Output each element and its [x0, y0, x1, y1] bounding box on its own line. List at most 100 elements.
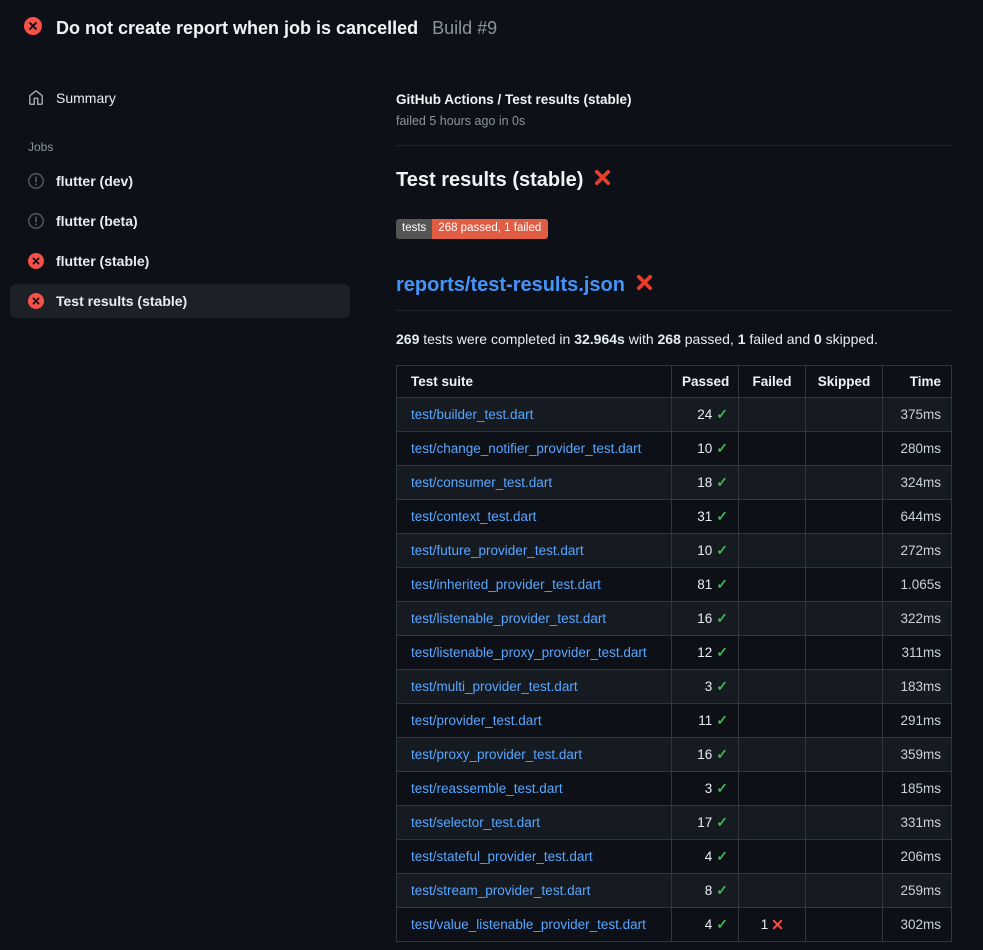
suite-link[interactable]: test/stateful_provider_test.dart: [411, 849, 593, 864]
table-row: test/future_provider_test.dart10✓272ms: [397, 533, 952, 567]
passed-count: 10: [697, 543, 712, 558]
time-value: 331ms: [883, 805, 952, 839]
suite-link[interactable]: test/future_provider_test.dart: [411, 543, 584, 558]
time-value: 359ms: [883, 737, 952, 771]
time-value: 302ms: [883, 907, 952, 941]
suite-link[interactable]: test/change_notifier_provider_test.dart: [411, 441, 641, 456]
divider: [396, 145, 952, 146]
failed-status-icon: [28, 253, 44, 269]
build-number: Build #9: [432, 18, 497, 39]
check-icon: ✓: [716, 814, 728, 830]
time-value: 644ms: [883, 499, 952, 533]
sidebar-summary-label: Summary: [56, 90, 116, 106]
time-value: 324ms: [883, 465, 952, 499]
suite-link[interactable]: test/inherited_provider_test.dart: [411, 577, 601, 592]
passed-count: 12: [697, 645, 712, 660]
summary-text: 269 tests were completed in 32.964s with…: [396, 331, 952, 347]
table-row: test/builder_test.dart24✓375ms: [397, 397, 952, 431]
run-title: Do not create report when job is cancell…: [56, 18, 418, 39]
suite-link[interactable]: test/context_test.dart: [411, 509, 536, 524]
suite-link[interactable]: test/value_listenable_provider_test.dart: [411, 917, 646, 932]
time-value: 291ms: [883, 703, 952, 737]
sidebar-item-job-2[interactable]: flutter (stable): [10, 244, 350, 278]
suite-link[interactable]: test/consumer_test.dart: [411, 475, 552, 490]
passed-count: 3: [705, 781, 713, 796]
table-row: test/multi_provider_test.dart3✓183ms: [397, 669, 952, 703]
column-header-skipped: Skipped: [806, 365, 883, 397]
column-header-failed: Failed: [739, 365, 806, 397]
neutral-status-icon: [28, 173, 44, 189]
suite-link[interactable]: test/multi_provider_test.dart: [411, 679, 578, 694]
passed-count: 8: [705, 883, 713, 898]
time-value: 185ms: [883, 771, 952, 805]
section-title: Test results (stable): [396, 168, 952, 193]
sidebar-item-job-3[interactable]: Test results (stable): [10, 284, 350, 318]
check-icon: ✓: [716, 610, 728, 626]
passed-count: 81: [697, 577, 712, 592]
check-icon: ✓: [716, 746, 728, 762]
time-value: 322ms: [883, 601, 952, 635]
column-header-time: Time: [883, 365, 952, 397]
section-title-text: Test results (stable): [396, 169, 583, 192]
check-icon: ✓: [716, 644, 728, 660]
time-value: 1.065s: [883, 567, 952, 601]
check-icon: ✓: [716, 882, 728, 898]
job-label: Test results (stable): [56, 293, 187, 309]
failed-count: 1: [761, 917, 769, 932]
passed-count: 16: [697, 611, 712, 626]
passed-count: 10: [697, 441, 712, 456]
divider: [396, 310, 952, 311]
check-icon: ✓: [716, 780, 728, 796]
suite-link[interactable]: test/selector_test.dart: [411, 815, 540, 830]
table-row: test/change_notifier_provider_test.dart 1…: [397, 431, 952, 465]
passed-count: 11: [698, 713, 712, 728]
badge-label: tests: [396, 219, 432, 239]
table-row: test/listenable_provider_test.dart 16 ✓ 322…: [397, 601, 952, 635]
table-row: test/consumer_test.dart 18 ✓ 324ms: [397, 465, 952, 499]
time-value: 272ms: [883, 533, 952, 567]
sidebar-jobs-label: Jobs: [28, 140, 380, 154]
sidebar-item-job-1[interactable]: flutter (beta): [10, 204, 350, 238]
suite-link[interactable]: test/reassemble_test.dart: [411, 781, 563, 796]
main-content: GitHub Actions / Test results (stable) f…: [380, 56, 983, 942]
sidebar-item-job-0[interactable]: flutter (dev): [10, 164, 350, 198]
column-header-passed: Passed: [672, 365, 739, 397]
table-row: test/stream_provider_test.dart8✓259ms: [397, 873, 952, 907]
suite-link[interactable]: test/listenable_proxy_provider_test.dart: [411, 645, 647, 660]
table-row: test/proxy_provider_test.dart 16 ✓ 359ms: [397, 737, 952, 771]
suite-link[interactable]: test/builder_test.dart: [411, 407, 533, 422]
suite-link[interactable]: test/stream_provider_test.dart: [411, 883, 590, 898]
status-text: failed 5 hours ago in 0s: [396, 114, 952, 128]
check-icon: ✓: [716, 508, 728, 524]
check-icon: ✓: [716, 474, 728, 490]
sidebar: Summary Jobs flutter (dev) flutter (beta)…: [0, 56, 380, 324]
table-row: test/listenable_proxy_provider_test.dart…: [397, 635, 952, 669]
time-value: 280ms: [883, 431, 952, 465]
table-header-row: Test suitePassedFailedSkippedTime: [397, 365, 952, 397]
report-link[interactable]: reports/test-results.json: [396, 274, 625, 297]
passed-count: 4: [705, 849, 713, 864]
sidebar-item-summary[interactable]: Summary: [10, 82, 350, 114]
table-row: test/context_test.dart31✓644ms: [397, 499, 952, 533]
passed-count: 16: [697, 747, 712, 762]
check-icon: ✓: [716, 406, 728, 422]
time-value: 311ms: [883, 635, 952, 669]
results-table: Test suitePassedFailedSkippedTime test/b…: [396, 365, 952, 942]
suite-link[interactable]: test/provider_test.dart: [411, 713, 542, 728]
table-row: test/stateful_provider_test.dart 4✓ 206ms: [397, 839, 952, 873]
check-icon: ✓: [716, 576, 728, 592]
table-row: test/reassemble_test.dart 3✓ 185ms: [397, 771, 952, 805]
suite-link[interactable]: test/proxy_provider_test.dart: [411, 747, 582, 762]
table-row: test/selector_test.dart17✓331ms: [397, 805, 952, 839]
fail-x-icon: [593, 168, 612, 193]
suite-link[interactable]: test/listenable_provider_test.dart: [411, 611, 606, 626]
check-icon: ✓: [716, 712, 728, 728]
job-label: flutter (stable): [56, 253, 149, 269]
table-row: test/inherited_provider_test.dart 81 ✓ 1.06…: [397, 567, 952, 601]
check-icon: ✓: [716, 848, 728, 864]
time-value: 206ms: [883, 839, 952, 873]
passed-count: 18: [697, 475, 712, 490]
time-value: 375ms: [883, 397, 952, 431]
badge-value: 268 passed, 1 failed: [432, 219, 548, 239]
check-icon: ✓: [716, 678, 728, 694]
